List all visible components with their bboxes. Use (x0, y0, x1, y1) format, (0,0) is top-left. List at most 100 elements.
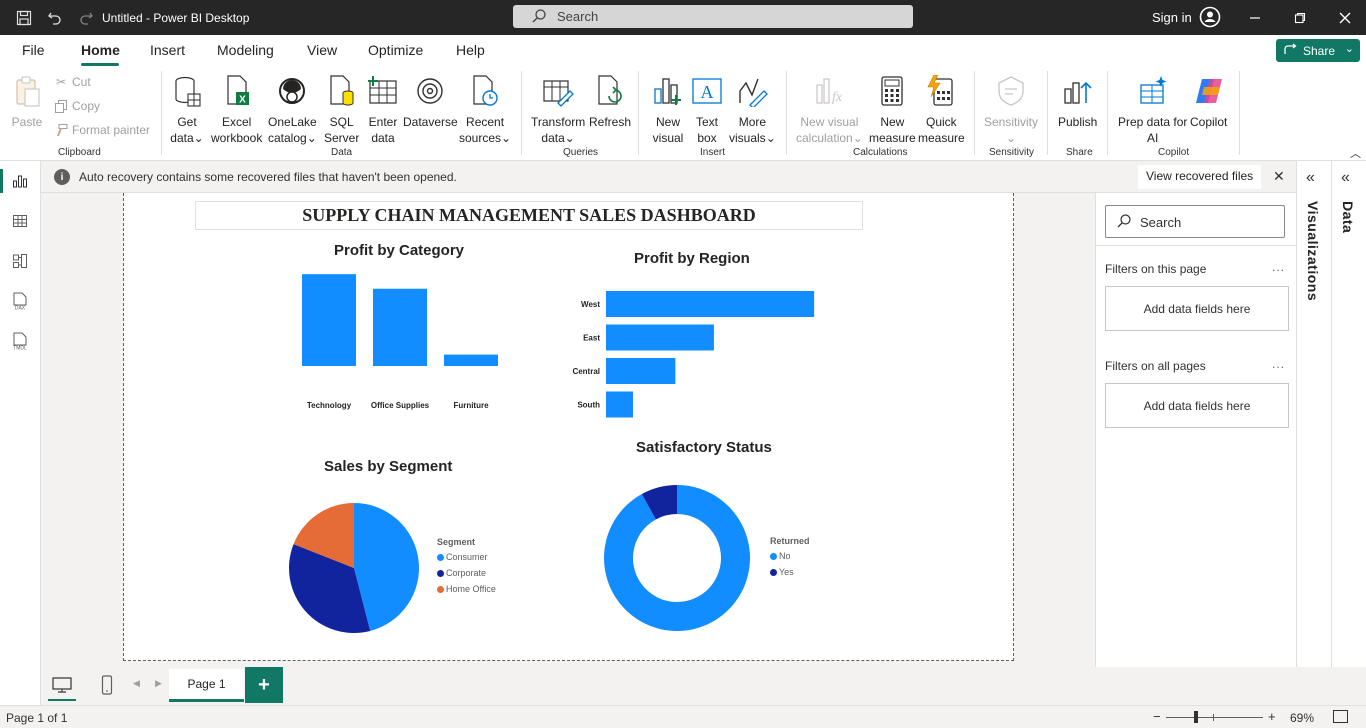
group-divider (1239, 71, 1240, 155)
sign-in-link[interactable]: Sign in (1152, 10, 1192, 25)
bar[interactable] (606, 324, 714, 351)
excel-workbook-button[interactable]: X Excel workbook (211, 73, 262, 146)
sensitivity-button[interactable]: Sensitivity ⌄ (984, 73, 1038, 146)
filters-pane: Search Filters on this page ... Add data… (1095, 193, 1297, 667)
paste-button[interactable]: Paste (10, 73, 44, 130)
close-icon[interactable] (1333, 6, 1357, 30)
tab-optimize[interactable]: Optimize (368, 42, 423, 58)
legend-item[interactable]: Yes (770, 567, 810, 577)
next-page-icon[interactable]: ▶ (155, 678, 162, 689)
new-visual-button[interactable]: New visual (651, 73, 685, 146)
group-divider (974, 71, 975, 155)
new-measure-button[interactable]: New measure (869, 73, 916, 146)
dashboard-title[interactable]: SUPPLY CHAIN MANAGEMENT SALES DASHBOARD (195, 201, 863, 230)
account-icon[interactable] (1198, 5, 1222, 29)
cut-button[interactable]: ✂ Cut (54, 75, 91, 89)
report-view-icon[interactable] (10, 171, 30, 191)
add-page-button[interactable]: + (245, 667, 283, 703)
sql-server-button[interactable]: SQL Server (324, 73, 359, 146)
all-pages-filter-drop-zone[interactable]: Add data fields here (1105, 383, 1289, 428)
zoom-in-icon[interactable]: + (1268, 709, 1276, 724)
chart-title-profit-by-category: Profit by Category (334, 242, 465, 259)
fx-icon: fx (812, 73, 846, 109)
copy-icon (54, 99, 68, 113)
prep-data-for-ai-button[interactable]: Prep data for AI (1118, 73, 1187, 146)
bar[interactable] (302, 274, 356, 366)
collapse-ribbon-icon[interactable]: ︿ (1350, 145, 1361, 161)
zoom-out-icon[interactable]: − (1153, 709, 1161, 724)
sales-by-segment-chart[interactable] (284, 498, 424, 638)
save-icon[interactable] (13, 7, 35, 29)
tab-help[interactable]: Help (456, 42, 485, 58)
more-visuals-button[interactable]: More visuals⌄ (729, 73, 776, 146)
visualizations-pane-collapsed[interactable]: « Visualizations (1296, 161, 1331, 705)
bar[interactable] (606, 391, 633, 418)
legend-item[interactable]: Consumer (437, 552, 496, 562)
bar[interactable] (606, 291, 815, 317)
copy-button[interactable]: Copy (54, 99, 100, 113)
get-data-button[interactable]: Get data⌄ (170, 73, 204, 146)
enter-data-button[interactable]: Enter data (366, 73, 400, 146)
visualizations-pane-label: Visualizations (1305, 201, 1321, 302)
share-button[interactable]: Share ⌄ (1276, 39, 1360, 62)
text-box-button[interactable]: A Text box (690, 73, 724, 146)
filters-search-input[interactable]: Search (1105, 205, 1285, 238)
page-filter-drop-zone[interactable]: Add data fields here (1105, 286, 1289, 331)
zoom-level[interactable]: 69% (1290, 711, 1314, 725)
close-icon[interactable]: ✕ (1273, 168, 1285, 185)
format-painter-button[interactable]: Format painter (54, 123, 150, 137)
transform-data-button[interactable]: Transform data⌄ (531, 73, 585, 146)
tmdl-view-icon[interactable]: TMDL (10, 331, 30, 351)
zoom-slider-thumb[interactable] (1194, 711, 1198, 723)
tab-view[interactable]: View (307, 42, 337, 58)
legend-item[interactable]: Corporate (437, 568, 496, 578)
copilot-button[interactable]: Copilot (1190, 73, 1227, 130)
dax-query-view-icon[interactable]: DAX (10, 291, 30, 311)
title-search-box[interactable]: Search (513, 5, 913, 28)
fit-to-page-icon[interactable] (1333, 710, 1348, 723)
data-pane-collapsed[interactable]: « Data (1331, 161, 1366, 705)
tab-home[interactable]: Home (81, 42, 120, 58)
refresh-button[interactable]: Refresh (589, 73, 631, 130)
undo-icon[interactable] (44, 7, 66, 29)
active-layout-indicator (48, 699, 76, 701)
minimize-icon[interactable] (1243, 6, 1267, 30)
legend-label: Yes (779, 567, 794, 577)
mobile-layout-icon[interactable] (96, 674, 118, 696)
model-view-icon[interactable] (10, 251, 30, 271)
expand-chevron-icon[interactable]: « (1306, 169, 1315, 187)
page-tab-page-1[interactable]: Page 1 (169, 669, 244, 702)
expand-chevron-icon[interactable]: « (1341, 169, 1350, 187)
recent-sources-button[interactable]: Recent sources⌄ (459, 73, 511, 146)
legend-item[interactable]: No (770, 551, 810, 561)
table-view-icon[interactable] (10, 211, 30, 231)
profit-by-category-chart[interactable]: Technology Office Supplies Furniture (284, 263, 514, 423)
tab-insert[interactable]: Insert (150, 42, 185, 58)
onelake-catalog-button[interactable]: OneLake catalog⌄ (268, 73, 317, 146)
new-visual-calculation-button[interactable]: fx New visual calculation⌄ (796, 73, 863, 146)
desktop-layout-icon[interactable] (51, 674, 73, 696)
group-divider (1047, 71, 1048, 155)
tab-modeling[interactable]: Modeling (217, 42, 274, 58)
legend-dot (437, 553, 444, 561)
legend-item[interactable]: Home Office (437, 584, 496, 594)
publish-button[interactable]: Publish (1058, 73, 1097, 130)
tab-file[interactable]: File (22, 42, 45, 58)
new-visual-label-2: visual (652, 131, 684, 145)
bar[interactable] (373, 288, 427, 366)
bar[interactable] (444, 354, 498, 366)
profit-by-region-chart[interactable]: West East Central South (564, 283, 824, 423)
zoom-slider[interactable] (1166, 717, 1263, 718)
redo-icon[interactable] (75, 7, 97, 29)
more-options-icon[interactable]: ... (1272, 357, 1285, 371)
quick-measure-button[interactable]: Quick measure (918, 73, 965, 146)
dataverse-button[interactable]: Dataverse (403, 73, 458, 130)
bar[interactable] (606, 358, 676, 384)
previous-page-icon[interactable]: ◀ (133, 678, 140, 689)
view-recovered-files-button[interactable]: View recovered files (1138, 165, 1262, 189)
report-page[interactable]: SUPPLY CHAIN MANAGEMENT SALES DASHBOARD … (123, 193, 1014, 661)
restore-icon[interactable] (1288, 6, 1312, 30)
more-options-icon[interactable]: ... (1272, 260, 1285, 274)
satisfactory-status-chart[interactable] (599, 478, 759, 638)
onelake-label-1: OneLake (268, 115, 317, 129)
